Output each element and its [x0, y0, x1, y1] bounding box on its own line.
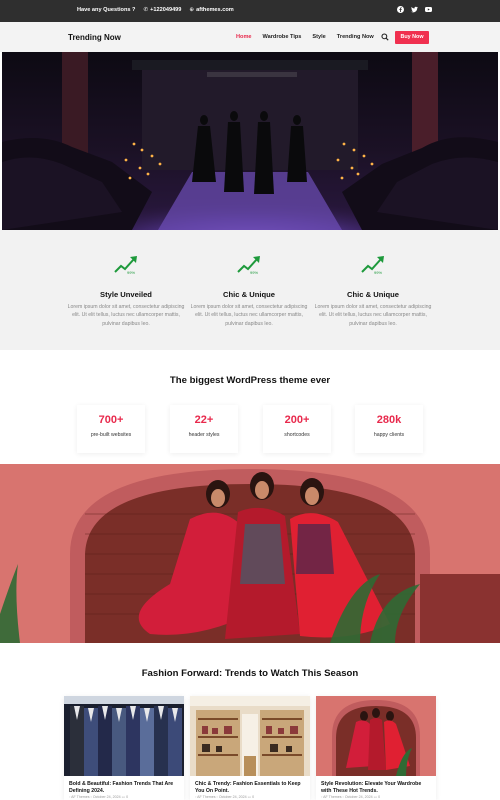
comment-icon: ▭: [373, 795, 378, 799]
phone-number: +122049499: [150, 7, 182, 13]
stat-number: 200+: [284, 414, 310, 426]
nav-item-trending-now[interactable]: Trending Now: [337, 34, 374, 40]
growth-chart-icon: 99%: [114, 256, 137, 275]
site-logo[interactable]: Trending Now: [68, 33, 121, 42]
models-arch-photo: [0, 464, 500, 643]
main-nav: Home Wardrobe Tips Style Trending Now: [236, 34, 374, 40]
stat-label: shortcodes: [284, 432, 310, 438]
comment-icon: ▭: [121, 795, 126, 799]
stat-label: header styles: [188, 432, 220, 438]
hero-image: [2, 52, 498, 230]
contact-info: Have any Questions ? ✆ +122049499 ⊕ afthem…: [77, 7, 234, 13]
trends-heading: Fashion Forward: Trends to Watch This Se…: [141, 668, 359, 679]
stat-number: 700+: [98, 414, 124, 426]
post-comments[interactable]: 0: [126, 795, 128, 799]
stat-number: 280k: [376, 414, 402, 426]
stat-label: happy clients: [373, 432, 405, 438]
post-card[interactable]: Bold & Beautiful: Fashion Trends That Ar…: [64, 696, 184, 800]
post-author[interactable]: AF Themes: [71, 795, 90, 799]
fashion-banner-image: [0, 464, 500, 643]
growth-chart-icon: 99%: [237, 256, 260, 275]
top-bar: Have any Questions ? ✆ +122049499 ⊕ afthem…: [0, 0, 500, 22]
post-date: October 24, 2024: [344, 795, 373, 799]
calendar-icon: ▫: [342, 795, 344, 799]
svg-text:99%: 99%: [127, 270, 135, 275]
post-author[interactable]: AF Themes: [197, 795, 216, 799]
feature-title: Chic & Unique: [347, 290, 399, 299]
stat-card: 22+ header styles: [170, 405, 238, 453]
svg-text:99%: 99%: [250, 270, 258, 275]
feature-text: Lorem ipsum dolor sit amet, consectetur …: [190, 304, 308, 327]
calendar-icon: ▫: [90, 795, 92, 799]
nav-item-home[interactable]: Home: [236, 34, 252, 40]
stat-card: 200+ shortcodes: [263, 405, 331, 453]
feature-title: Style Unveiled: [100, 290, 152, 299]
post-meta: ◦ AF Themes ▫ October 24, 2024 ▭ 0: [195, 795, 254, 799]
feature-chic-unique: 99% Chic & Unique Lorem ipsum dolor sit …: [189, 254, 309, 328]
site-header: Trending Now Home Wardrobe Tips Style Tr…: [0, 22, 500, 52]
buy-now-button[interactable]: Buy Now: [395, 31, 429, 44]
post-date: October 24, 2024: [92, 795, 121, 799]
feature-text: Lorem ipsum dolor sit amet, consectetur …: [67, 304, 185, 327]
post-title[interactable]: Style Revolution: Elevate Your Wardrobe …: [321, 781, 433, 795]
globe-icon: ⊕: [189, 7, 195, 13]
nav-item-style[interactable]: Style: [312, 34, 325, 40]
post-comments[interactable]: 0: [252, 795, 254, 799]
post-author[interactable]: AF Themes: [323, 795, 342, 799]
youtube-icon[interactable]: [425, 6, 432, 13]
site-url: afthemes.com: [196, 7, 234, 13]
nav-item-wardrobe-tips[interactable]: Wardrobe Tips: [263, 34, 302, 40]
post-title[interactable]: Chic & Trendy: Fashion Essentials to Kee…: [195, 781, 307, 795]
post-meta: ◦ AF Themes ▫ October 24, 2024 ▭ 0: [69, 795, 128, 799]
feature-chic-unique-2: 99% Chic & Unique Lorem ipsum dolor sit …: [313, 254, 433, 328]
post-title[interactable]: Bold & Beautiful: Fashion Trends That Ar…: [69, 781, 181, 795]
stats-heading: The biggest WordPress theme ever: [169, 375, 331, 386]
post-meta: ◦ AF Themes ▫ October 24, 2024 ▭ 0: [321, 795, 380, 799]
post-comments[interactable]: 0: [378, 795, 380, 799]
calendar-icon: ▫: [216, 795, 218, 799]
svg-text:99%: 99%: [374, 270, 382, 275]
feature-text: Lorem ipsum dolor sit amet, consectetur …: [314, 304, 432, 327]
stat-card: 700+ pre-built websites: [77, 405, 145, 453]
post-card[interactable]: Chic & Trendy: Fashion Essentials to Kee…: [190, 696, 310, 800]
comment-icon: ▭: [247, 795, 252, 799]
runway-photo: [2, 52, 498, 230]
social-links: [397, 6, 432, 13]
models-arch-thumbnail: [316, 696, 436, 776]
site-link[interactable]: ⊕ afthemes.com: [189, 7, 233, 13]
question-text: Have any Questions ?: [77, 7, 136, 13]
suits-rack-thumbnail: [64, 696, 184, 776]
post-card[interactable]: Style Revolution: Elevate Your Wardrobe …: [316, 696, 436, 800]
post-date: October 24, 2024: [218, 795, 247, 799]
feature-style-unveiled: 99% Style Unveiled Lorem ipsum dolor sit…: [66, 254, 186, 328]
feature-title: Chic & Unique: [223, 290, 275, 299]
stat-number: 22+: [194, 414, 214, 426]
features-section: 99% Style Unveiled Lorem ipsum dolor sit…: [0, 230, 500, 350]
phone-icon: ✆: [143, 7, 149, 13]
stat-card: 280k happy clients: [355, 405, 423, 453]
stat-label: pre-built websites: [90, 432, 132, 438]
facebook-icon[interactable]: [397, 6, 404, 13]
twitter-icon[interactable]: [411, 6, 418, 13]
search-icon[interactable]: [381, 33, 389, 41]
growth-chart-icon: 99%: [361, 256, 384, 275]
boutique-store-thumbnail: [190, 696, 310, 776]
phone-link[interactable]: ✆ +122049499: [143, 7, 181, 13]
